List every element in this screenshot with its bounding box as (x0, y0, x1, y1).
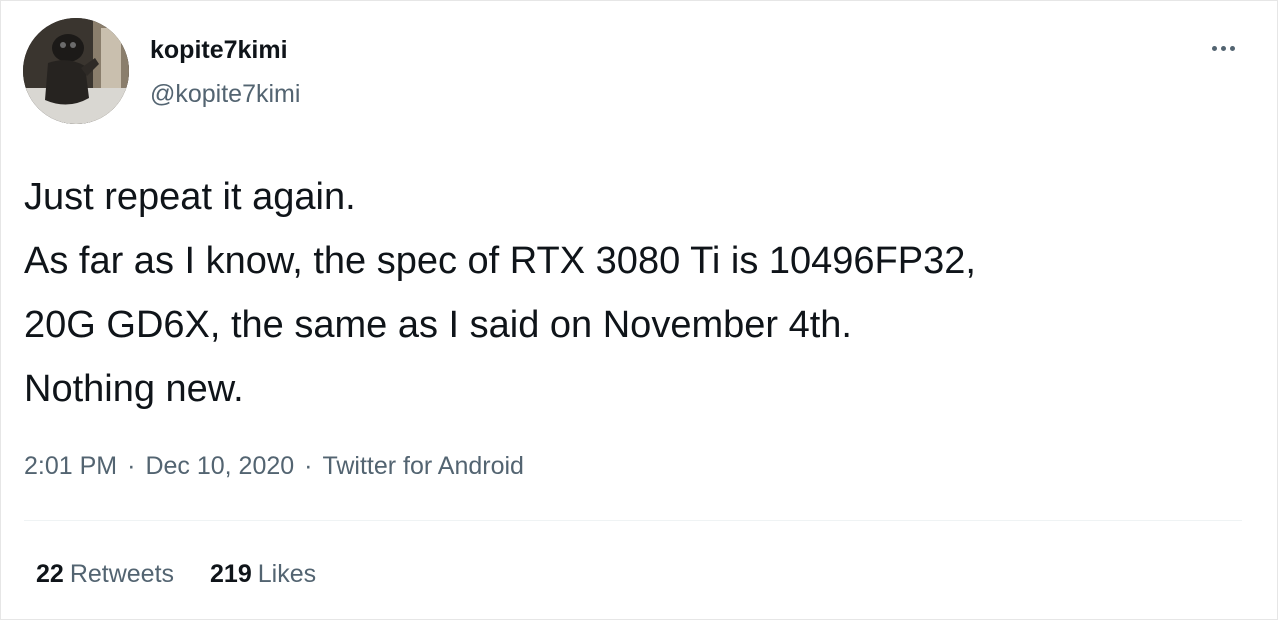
tweet-meta: 2:01 PM · Dec 10, 2020 · Twitter for Android (24, 450, 524, 482)
likes-stat[interactable]: 219 Likes (210, 558, 316, 590)
user-avatar-icon (23, 18, 129, 124)
tweet-time[interactable]: 2:01 PM (24, 452, 117, 480)
meta-separator: · (304, 452, 313, 480)
more-options-icon (1211, 45, 1217, 51)
retweets-stat[interactable]: 22 Retweets (36, 558, 174, 590)
retweets-label: Retweets (69, 560, 175, 588)
display-name[interactable]: kopite7kimi (150, 35, 288, 65)
tweet-line: 20G GD6X, the same as I said on November… (24, 304, 852, 346)
tweet-text: Just repeat it again. As far as I know, … (24, 165, 1254, 421)
meta-separator: · (127, 452, 136, 480)
more-options-icon-dot (1220, 45, 1226, 51)
tweet-line: Just repeat it again. (24, 176, 356, 218)
tweet-date[interactable]: Dec 10, 2020 (145, 452, 294, 480)
divider (24, 520, 1242, 521)
tweet-line: As far as I know, the spec of RTX 3080 T… (24, 240, 976, 282)
tweet-source[interactable]: Twitter for Android (322, 452, 523, 480)
retweets-count: 22 (36, 560, 64, 588)
user-handle[interactable]: @kopite7kimi (150, 79, 300, 109)
tweet-stats: 22 Retweets 219 Likes (36, 558, 352, 590)
likes-label: Likes (257, 560, 317, 588)
more-options-button[interactable] (1203, 33, 1243, 63)
tweet-line: Nothing new. (24, 368, 244, 410)
likes-count: 219 (210, 560, 252, 588)
avatar[interactable] (23, 18, 129, 124)
more-options-icon-dot (1229, 45, 1235, 51)
